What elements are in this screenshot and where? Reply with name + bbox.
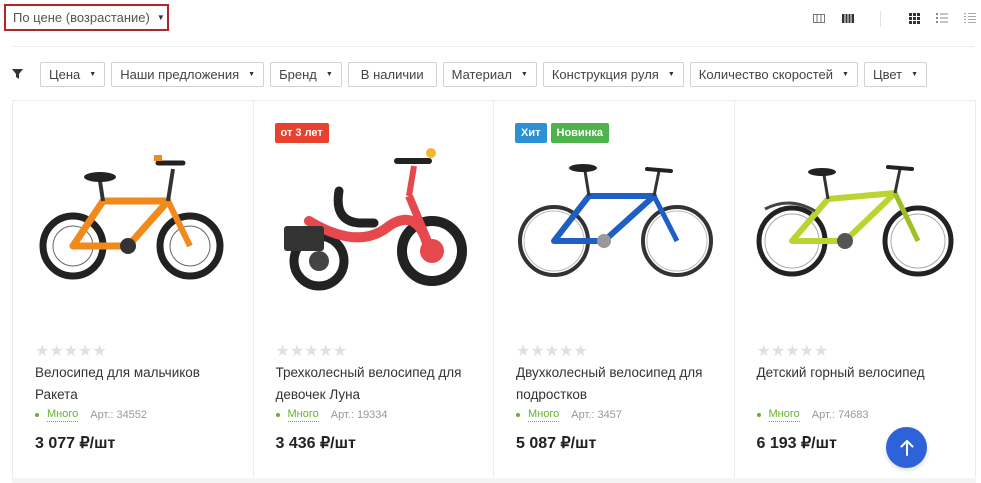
product-card[interactable]: Хит Новинка ★★★★★ Двухколесный велосипед… — [494, 101, 735, 479]
article-number: Арт.: 3457 — [571, 408, 622, 421]
stock-status[interactable]: Много — [287, 407, 319, 422]
chevron-down-icon: ▼ — [520, 70, 528, 78]
sort-dropdown[interactable]: По цене (возрастание) ▼ — [4, 4, 169, 31]
stock-indicator-icon — [756, 412, 761, 417]
article-number: Арт.: 34552 — [90, 408, 148, 421]
product-price: 6 193 ₽/шт — [756, 435, 837, 452]
divider — [12, 46, 974, 47]
arrow-up-icon — [900, 439, 913, 456]
product-price: 5 087 ₽/шт — [516, 435, 597, 452]
chevron-down-icon: ▼ — [156, 13, 165, 22]
product-card[interactable]: ★★★★★ Велосипед для мальчиков Ракета Мно… — [13, 101, 254, 479]
chevron-down-icon: ▼ — [325, 70, 333, 78]
chevron-down-icon: ▼ — [911, 70, 919, 78]
article-number: Арт.: 74683 — [811, 408, 869, 421]
view-separator — [880, 11, 881, 27]
product-title[interactable]: Велосипед для мальчиков Ракета — [35, 362, 235, 406]
stock-status[interactable]: Много — [528, 407, 560, 422]
table-view-icon[interactable] — [812, 12, 826, 24]
filter-color[interactable]: Цвет ▼ — [863, 61, 928, 87]
stock-indicator-icon — [275, 412, 280, 417]
filter-in-stock[interactable]: В наличии — [347, 61, 437, 87]
product-image-blue-bicycle[interactable] — [509, 141, 719, 301]
product-image-lime-bicycle[interactable] — [750, 141, 960, 301]
badge-age: от 3 лет — [274, 123, 329, 143]
stock-indicator-icon — [35, 412, 39, 417]
table-compact-view-icon[interactable] — [841, 12, 855, 24]
badge-new: Новинка — [550, 123, 609, 143]
product-price: 3 077 ₽/шт — [35, 435, 116, 452]
stock-status[interactable]: Много — [47, 407, 79, 422]
badge-hit: Хит — [515, 123, 547, 143]
product-title[interactable]: Двухколесный велосипед для подростков — [516, 362, 716, 406]
grid-bottom-divider — [12, 478, 976, 483]
rating-stars[interactable]: ★★★★★ — [276, 341, 348, 361]
filter-material[interactable]: Материал ▼ — [442, 61, 537, 87]
product-card[interactable]: от 3 лет ★★★★★ Трехколесный велосипед дл… — [254, 101, 494, 479]
price-list-view-icon[interactable] — [963, 12, 977, 24]
chevron-down-icon: ▼ — [842, 70, 849, 78]
product-grid: ★★★★★ Велосипед для мальчиков Ракета Мно… — [12, 100, 976, 480]
product-title[interactable]: Трехколесный велосипед для девочек Луна — [276, 362, 476, 406]
filter-price[interactable]: Цена ▼ — [40, 61, 106, 87]
product-image-red-tricycle[interactable] — [269, 141, 479, 301]
filter-bar: Цена ▼ Наши предложения ▼ Бренд ▼ В наличии… — [10, 61, 933, 87]
product-card[interactable]: ★★★★★ Детский горный велосипед Много Арт… — [735, 101, 976, 479]
sort-label: По цене (возрастание) — [13, 10, 150, 25]
filter-handlebar[interactable]: Конструкция руля ▼ — [542, 61, 684, 87]
filter-brand[interactable]: Бренд ▼ — [270, 61, 342, 87]
grid-view-icon[interactable] — [907, 12, 921, 24]
chevron-down-icon: ▼ — [667, 70, 675, 78]
rating-stars[interactable]: ★★★★★ — [516, 341, 588, 361]
filter-icon[interactable] — [10, 67, 24, 81]
product-image-orange-bicycle[interactable] — [28, 141, 238, 301]
rating-stars[interactable]: ★★★★★ — [35, 341, 107, 361]
product-price: 3 436 ₽/шт — [275, 435, 356, 452]
filter-speeds[interactable]: Количество скоростей ▼ — [689, 61, 858, 87]
chevron-down-icon: ▼ — [89, 70, 97, 78]
stock-indicator-icon — [516, 412, 520, 417]
filter-offers[interactable]: Наши предложения ▼ — [111, 61, 265, 87]
product-title[interactable]: Детский горный велосипед — [757, 362, 957, 384]
rating-stars[interactable]: ★★★★★ — [757, 341, 829, 361]
stock-status[interactable]: Много — [768, 407, 800, 422]
article-number: Арт.: 19334 — [330, 408, 388, 421]
list-view-icon[interactable] — [935, 12, 949, 24]
chevron-down-icon: ▼ — [248, 70, 256, 78]
scroll-to-top-button[interactable] — [886, 427, 927, 468]
